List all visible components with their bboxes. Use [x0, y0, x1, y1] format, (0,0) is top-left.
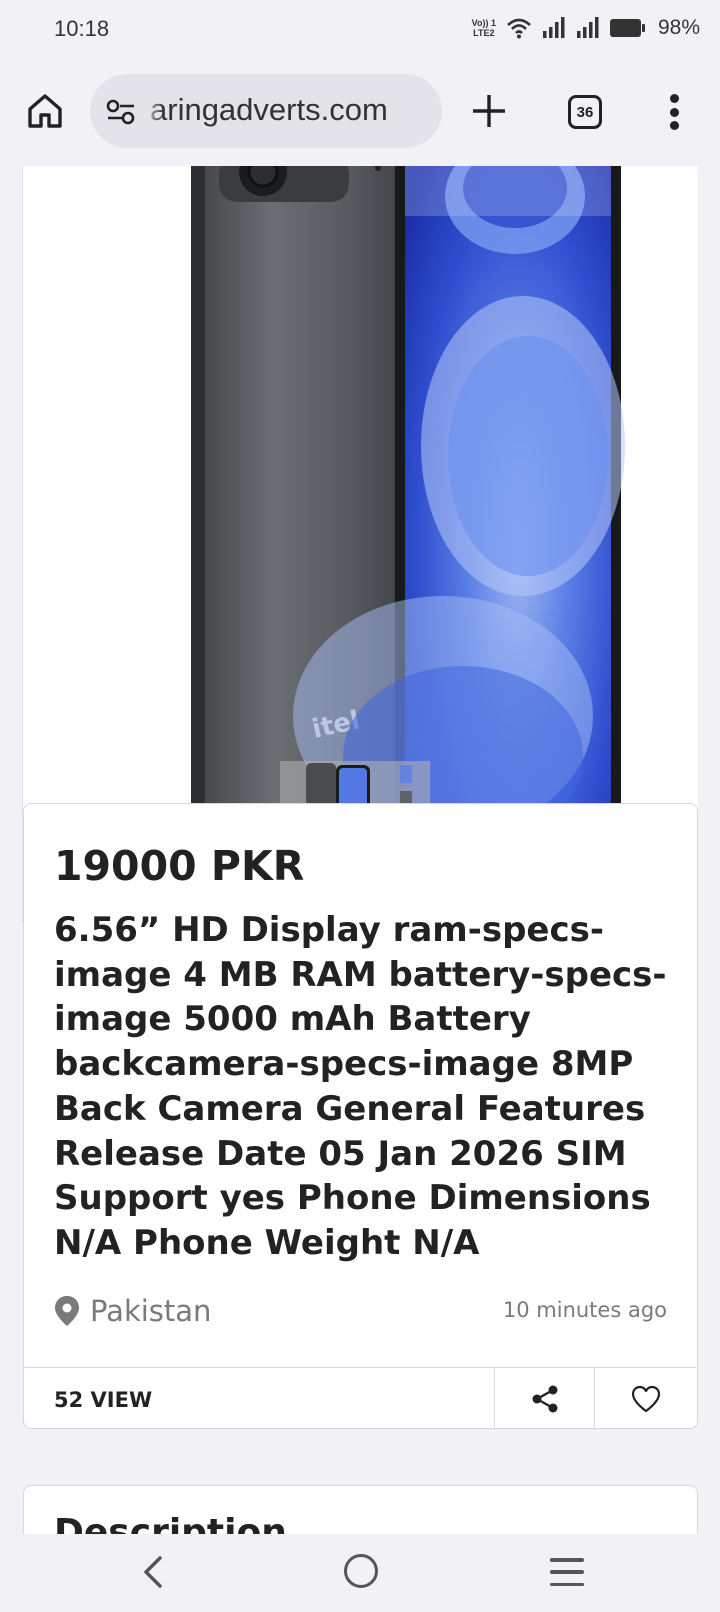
status-time: 10:18	[54, 16, 110, 41]
description-card: Description	[23, 1485, 698, 1534]
status-bar: 10:18 Vo)) 1 LTE2 98%	[0, 0, 720, 62]
favorite-button[interactable]	[594, 1368, 696, 1430]
listing-price: 19000 PKR	[54, 842, 305, 890]
description-heading: Description	[54, 1512, 287, 1534]
home-icon[interactable]	[26, 92, 64, 130]
back-icon[interactable]	[138, 1552, 168, 1592]
posted-time: 10 minutes ago	[502, 1298, 667, 1322]
address-bar[interactable]: aringadverts.com	[90, 74, 442, 148]
browser-toolbar: aringadverts.com 36	[0, 62, 720, 166]
tab-switcher-button[interactable]: 36	[568, 95, 602, 129]
volte-indicator: Vo)) 1 LTE2	[471, 18, 496, 38]
listing-info-card: 19000 PKR 6.56” HD Display ram-specs-ima…	[23, 803, 698, 1430]
recents-icon[interactable]	[550, 1558, 584, 1586]
status-icons: Vo)) 1 LTE2 98%	[472, 16, 700, 40]
home-nav-icon[interactable]	[344, 1554, 378, 1588]
battery-percent: 98%	[657, 16, 700, 39]
page-content[interactable]: itel 1 19000 PKR 6.56	[0, 166, 720, 1534]
listing-location: Pakistan	[54, 1294, 211, 1328]
heart-icon	[631, 1385, 660, 1413]
new-tab-icon[interactable]	[468, 90, 510, 132]
share-button[interactable]	[494, 1368, 594, 1430]
signal-icon-sim1	[542, 17, 565, 38]
system-nav-bar	[0, 1534, 720, 1612]
view-count: 52 VIEW	[54, 1388, 153, 1412]
location-pin-icon	[55, 1296, 79, 1326]
signal-icon-sim2	[576, 17, 599, 38]
battery-icon	[609, 19, 645, 37]
site-settings-icon[interactable]	[106, 99, 136, 125]
listing-actions: 52 VIEW	[24, 1367, 696, 1430]
listing-title: 6.56” HD Display ram-specs-image 4 MB RA…	[54, 910, 667, 1263]
tab-count: 36	[576, 103, 594, 121]
share-icon	[532, 1385, 557, 1413]
wifi-icon	[507, 18, 531, 39]
more-vert-icon[interactable]	[660, 92, 688, 132]
url-text[interactable]: aringadverts.com	[150, 92, 388, 128]
location-text: Pakistan	[90, 1294, 212, 1328]
